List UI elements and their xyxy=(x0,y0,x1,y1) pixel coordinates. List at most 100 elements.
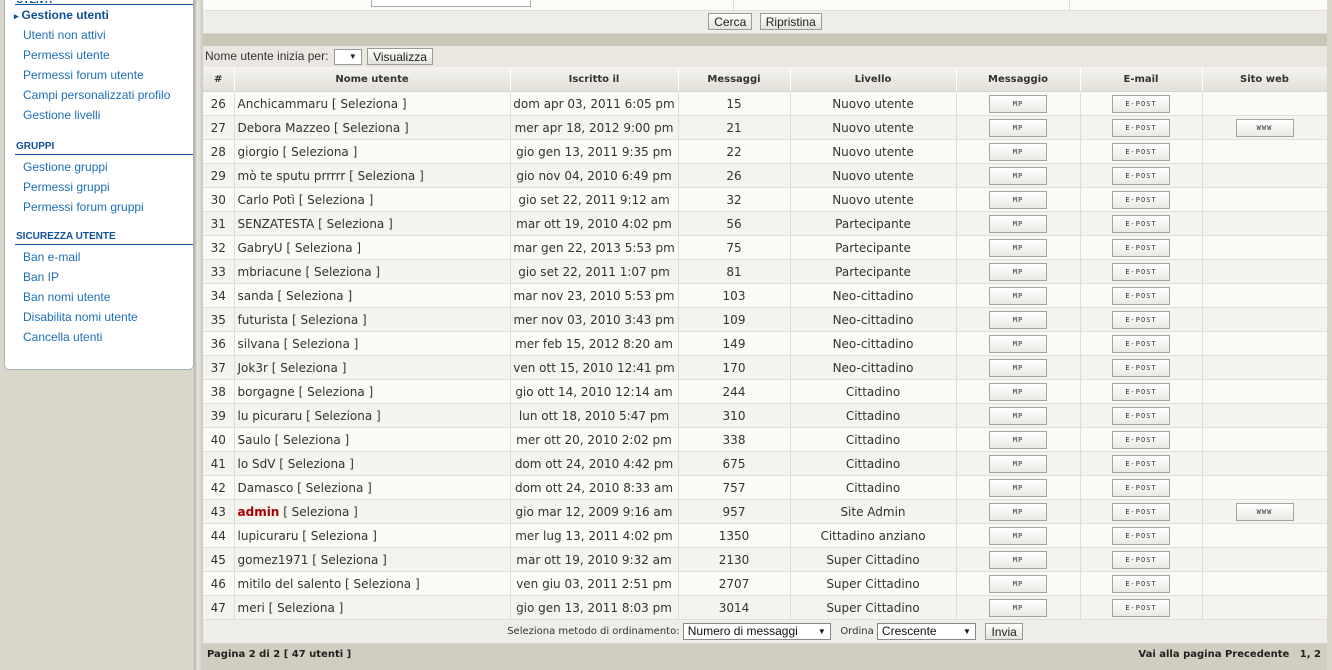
sidebar-item-permessi-gruppi[interactable]: Permessi gruppi xyxy=(5,177,193,197)
submit-sort-button[interactable]: Invia xyxy=(985,622,1023,640)
username-link[interactable]: lu picuraru xyxy=(238,409,303,423)
email-button[interactable]: E-POST xyxy=(1112,502,1170,521)
email-button[interactable]: E-POST xyxy=(1112,550,1170,569)
username-link[interactable]: Saulo xyxy=(238,433,271,447)
pm-button[interactable]: MP xyxy=(989,430,1047,449)
username-link[interactable]: lupicuraru xyxy=(238,529,299,543)
pm-button[interactable]: MP xyxy=(989,550,1047,569)
search-button[interactable]: Cerca xyxy=(708,13,753,30)
select-user-link[interactable]: [ Seleziona ] xyxy=(286,241,361,255)
username-link[interactable]: meri xyxy=(238,601,265,615)
select-user-link[interactable]: [ Seleziona ] xyxy=(349,169,424,183)
sidebar-item-gestione-gruppi[interactable]: Gestione gruppi xyxy=(5,157,193,177)
select-user-link[interactable]: [ Seleziona ] xyxy=(302,529,377,543)
select-user-link[interactable]: [ Seleziona ] xyxy=(272,361,347,375)
select-user-link[interactable]: [ Seleziona ] xyxy=(283,145,358,159)
select-user-link[interactable]: [ Seleziona ] xyxy=(292,313,367,327)
sidebar-item-gestione-livelli[interactable]: Gestione livelli xyxy=(5,105,193,125)
pm-button[interactable]: MP xyxy=(989,142,1047,161)
show-button[interactable]: Visualizza xyxy=(367,48,433,66)
username-link[interactable]: mbriacune xyxy=(238,265,302,279)
email-button[interactable]: E-POST xyxy=(1112,94,1170,113)
email-button[interactable]: E-POST xyxy=(1112,142,1170,161)
sidebar-item-ban-e-mail[interactable]: Ban e-mail xyxy=(5,247,193,267)
select-user-link[interactable]: [ Seleziona ] xyxy=(299,193,374,207)
sidebar-item-utenti-non-attivi[interactable]: Utenti non attivi xyxy=(5,25,193,45)
pm-button[interactable]: MP xyxy=(989,358,1047,377)
pm-button[interactable]: MP xyxy=(989,286,1047,305)
username-link[interactable]: silvana xyxy=(238,337,280,351)
username-link[interactable]: giorgio xyxy=(238,145,279,159)
pm-button[interactable]: MP xyxy=(989,310,1047,329)
email-button[interactable]: E-POST xyxy=(1112,574,1170,593)
select-user-link[interactable]: [ Seleziona ] xyxy=(318,217,393,231)
username-link[interactable]: mitilo del salento xyxy=(238,577,342,591)
pm-button[interactable]: MP xyxy=(989,238,1047,257)
username-link[interactable]: Debora Mazzeo xyxy=(238,121,331,135)
select-user-link[interactable]: [ Seleziona ] xyxy=(297,481,372,495)
username-link[interactable]: mò te sputu prrrrr xyxy=(238,169,346,183)
username-link[interactable]: Damasco xyxy=(238,481,294,495)
select-user-link[interactable]: [ Seleziona ] xyxy=(269,601,344,615)
username-link[interactable]: SENZATESTA xyxy=(238,217,315,231)
username-link[interactable]: lo SdV xyxy=(238,457,276,471)
username-link[interactable]: Jok3r xyxy=(238,361,268,375)
website-button[interactable]: WWW xyxy=(1235,118,1294,137)
username-link[interactable]: sanda xyxy=(238,289,274,303)
email-button[interactable]: E-POST xyxy=(1112,214,1170,233)
sidebar-item-permessi-utente[interactable]: Permessi utente xyxy=(5,45,193,65)
select-user-link[interactable]: [ Seleziona ] xyxy=(299,385,374,399)
pm-button[interactable]: MP xyxy=(989,574,1047,593)
select-user-link[interactable]: [ Seleziona ] xyxy=(275,433,350,447)
sidebar-item-ban-nomi-utente[interactable]: Ban nomi utente xyxy=(5,287,193,307)
sort-order-select[interactable]: Crescente ▼ xyxy=(876,622,976,640)
username-link[interactable]: borgagne xyxy=(238,385,295,399)
filter-input[interactable] xyxy=(371,0,531,7)
email-button[interactable]: E-POST xyxy=(1112,478,1170,497)
pm-button[interactable]: MP xyxy=(989,502,1047,521)
sidebar-item-ban-ip[interactable]: Ban IP xyxy=(5,267,193,287)
email-button[interactable]: E-POST xyxy=(1112,238,1170,257)
pm-button[interactable]: MP xyxy=(989,214,1047,233)
pm-button[interactable]: MP xyxy=(989,454,1047,473)
email-button[interactable]: E-POST xyxy=(1112,286,1170,305)
previous-page-link[interactable]: Precedente xyxy=(1225,649,1289,660)
initial-select[interactable] xyxy=(333,48,362,65)
sort-method-select[interactable]: Numero di messaggi ▼ xyxy=(682,622,831,640)
email-button[interactable]: E-POST xyxy=(1112,166,1170,185)
email-button[interactable]: E-POST xyxy=(1112,526,1170,545)
select-user-link[interactable]: [ Seleziona ] xyxy=(312,553,387,567)
email-button[interactable]: E-POST xyxy=(1112,358,1170,377)
sidebar-item-cancella-utenti[interactable]: Cancella utenti xyxy=(5,327,193,347)
pm-button[interactable]: MP xyxy=(989,94,1047,113)
username-link[interactable]: GabryU xyxy=(238,241,283,255)
select-user-link[interactable]: [ Seleziona ] xyxy=(305,265,380,279)
pm-button[interactable]: MP xyxy=(989,166,1047,185)
select-user-link[interactable]: [ Seleziona ] xyxy=(278,289,353,303)
username-link[interactable]: Anchicammaru xyxy=(238,97,329,111)
pm-button[interactable]: MP xyxy=(989,334,1047,353)
sidebar-item-campi-personalizzati-profilo[interactable]: Campi personalizzati profilo xyxy=(5,85,193,105)
pm-button[interactable]: MP xyxy=(989,262,1047,281)
email-button[interactable]: E-POST xyxy=(1112,454,1170,473)
sidebar-item-disabilita-nomi-utente[interactable]: Disabilita nomi utente xyxy=(5,307,193,327)
reset-button[interactable]: Ripristina xyxy=(759,13,822,30)
select-user-link[interactable]: [ Seleziona ] xyxy=(283,505,358,519)
select-user-link[interactable]: [ Seleziona ] xyxy=(279,457,354,471)
select-user-link[interactable]: [ Seleziona ] xyxy=(334,121,409,135)
pm-button[interactable]: MP xyxy=(989,598,1047,617)
email-button[interactable]: E-POST xyxy=(1112,406,1170,425)
page-link-1[interactable]: 1 xyxy=(1300,649,1307,660)
pm-button[interactable]: MP xyxy=(989,526,1047,545)
select-user-link[interactable]: [ Seleziona ] xyxy=(306,409,381,423)
email-button[interactable]: E-POST xyxy=(1112,262,1170,281)
sidebar-item-permessi-forum-utente[interactable]: Permessi forum utente xyxy=(5,65,193,85)
select-user-link[interactable]: [ Seleziona ] xyxy=(284,337,359,351)
email-button[interactable]: E-POST xyxy=(1112,310,1170,329)
email-button[interactable]: E-POST xyxy=(1112,430,1170,449)
email-button[interactable]: E-POST xyxy=(1112,334,1170,353)
website-button[interactable]: WWW xyxy=(1235,502,1294,521)
email-button[interactable]: E-POST xyxy=(1112,382,1170,401)
sidebar-item-gestione-utenti[interactable]: ▸ Gestione utenti xyxy=(5,5,193,25)
email-button[interactable]: E-POST xyxy=(1112,118,1170,137)
